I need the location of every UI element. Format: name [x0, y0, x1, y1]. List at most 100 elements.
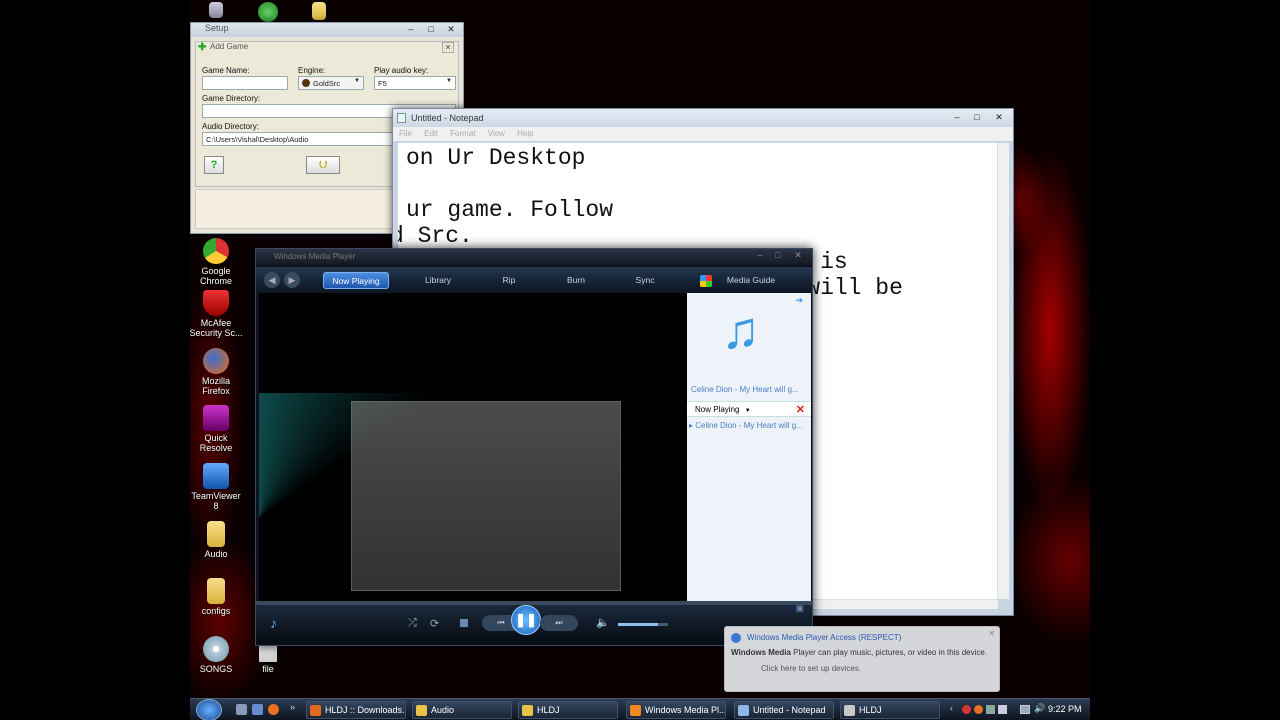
help-icon: ?: [210, 159, 218, 171]
mirrored-window-image: [351, 401, 621, 591]
menu-format[interactable]: Format: [450, 129, 475, 138]
volume-slider[interactable]: [618, 623, 668, 626]
play-key-select[interactable]: F5 ▼: [374, 76, 456, 90]
desktop-icon-firefox[interactable]: Mozilla Firefox: [190, 348, 244, 396]
video-visualization: [259, 293, 687, 601]
desktop-icon-label: Quick Resolve: [199, 433, 233, 453]
tray-device-icon[interactable]: [986, 705, 995, 714]
tab-media-guide[interactable]: Media Guide: [716, 272, 786, 289]
maximize-button[interactable]: □: [969, 112, 985, 123]
desktop-icon-quick-resolve[interactable]: Quick Resolve: [190, 405, 244, 453]
notepad-menubar: File Edit Format View Help: [393, 127, 1013, 141]
text-line: on Ur Desktop: [406, 145, 586, 171]
switch-to-compact-button[interactable]: ▣: [795, 603, 804, 614]
wmp-nav-bar: ◀ ▶ Now Playing Library Rip Burn Sync Me…: [256, 267, 812, 293]
help-button[interactable]: ?: [204, 156, 224, 174]
menu-help[interactable]: Help: [517, 129, 533, 138]
desktop-icon-label: TeamViewer 8: [191, 491, 241, 511]
quicklaunch-switch-windows-icon[interactable]: [252, 704, 263, 715]
taskbar-item-hldj-app[interactable]: HLDJ: [840, 701, 940, 719]
dropdown-label: Now Playing: [695, 405, 740, 414]
mcafee-shield-icon: [203, 290, 229, 316]
tab-sync[interactable]: Sync: [628, 272, 662, 289]
minimize-button[interactable]: –: [752, 250, 768, 261]
window-title: Setup: [205, 23, 229, 33]
wmp-titlebar[interactable]: Windows Media Player – □ ✕: [256, 249, 812, 265]
tray-security-icon[interactable]: [962, 705, 971, 714]
setup-titlebar[interactable]: Setup – □ ✕: [191, 23, 463, 37]
vertical-scrollbar[interactable]: [997, 143, 1009, 599]
quicklaunch-firefox-icon[interactable]: [268, 704, 279, 715]
close-button[interactable]: ✕: [790, 250, 806, 261]
confirm-button[interactable]: ⮋: [306, 156, 340, 174]
maximize-button[interactable]: □: [770, 250, 786, 261]
engine-select[interactable]: GoldSrc ▼: [298, 76, 364, 90]
playlist-item[interactable]: ▸ Celine Dion - My Heart will g...: [689, 421, 803, 430]
maximize-button[interactable]: □: [423, 24, 439, 35]
taskbar-item-notepad[interactable]: Untitled - Notepad: [734, 701, 834, 719]
taskbar-item-hldj-downloads[interactable]: HLDJ :: Downloads...: [306, 701, 406, 719]
notepad-icon: [397, 113, 406, 123]
notification-balloon[interactable]: ✕ Windows Media Player Access (RESPECT) …: [724, 626, 1000, 692]
taskbar-item-audio[interactable]: Audio: [412, 701, 512, 719]
menu-edit[interactable]: Edit: [424, 129, 438, 138]
stop-button[interactable]: [460, 619, 468, 627]
desktop-icon-songs[interactable]: SONGS: [190, 636, 244, 674]
notification-link[interactable]: Click here to set up devices.: [731, 664, 993, 673]
taskbar-item-label: Audio: [431, 705, 455, 715]
tray-expand-icon[interactable]: ‹: [950, 703, 953, 713]
taskbar-item-media-player[interactable]: Windows Media Pl...: [626, 701, 726, 719]
back-button[interactable]: ◀: [264, 272, 280, 288]
panel-title: Add Game: [210, 42, 249, 51]
desktop-icon-chrome[interactable]: Google Chrome: [190, 238, 244, 286]
windows-logo-icon: [700, 275, 712, 287]
minimize-button[interactable]: –: [403, 24, 419, 35]
network-icon[interactable]: [1020, 705, 1030, 714]
repeat-button[interactable]: ⟳: [430, 617, 439, 630]
play-pause-button[interactable]: ❚❚: [511, 605, 541, 635]
recycle-bin-icon[interactable]: [190, 2, 244, 20]
tray-firefox-icon[interactable]: [974, 705, 983, 714]
tab-burn[interactable]: Burn: [558, 272, 594, 289]
forward-button[interactable]: ▶: [284, 272, 300, 288]
taskbar-item-hldj[interactable]: HLDJ: [518, 701, 618, 719]
minimize-button[interactable]: –: [949, 112, 965, 123]
volume-icon[interactable]: 🔊: [1034, 703, 1045, 714]
desktop-icon-label: McAfee Security Sc...: [190, 318, 243, 338]
program-icon[interactable]: [240, 2, 296, 24]
folder-icon: [416, 705, 427, 716]
shuffle-button[interactable]: ⤮: [408, 617, 417, 630]
mute-button[interactable]: 🔈: [596, 616, 610, 629]
game-name-input[interactable]: [202, 76, 288, 90]
folder-icon[interactable]: [291, 2, 347, 22]
chevron-down-icon: ▼: [744, 408, 751, 414]
desktop-icon-audio[interactable]: Audio: [190, 521, 244, 559]
desktop-icon-label: configs: [201, 606, 231, 616]
next-button[interactable]: ⏭: [540, 615, 578, 631]
start-button[interactable]: [196, 699, 222, 720]
quicklaunch-more-icon[interactable]: »: [290, 702, 295, 712]
tab-rip[interactable]: Rip: [494, 272, 524, 289]
menu-file[interactable]: File: [399, 129, 412, 138]
notepad-titlebar[interactable]: Untitled - Notepad – □ ✕: [393, 109, 1013, 127]
tab-library[interactable]: Library: [416, 272, 460, 289]
folder-icon: [207, 521, 225, 547]
menu-view[interactable]: View: [488, 129, 505, 138]
text-line: ur game. Follow: [406, 197, 614, 223]
desktop-icon-mcafee[interactable]: McAfee Security Sc...: [190, 290, 244, 338]
clock[interactable]: 9:22 PM: [1048, 704, 1082, 714]
seek-bar[interactable]: [256, 601, 812, 605]
desktop-icon-configs[interactable]: configs: [190, 578, 244, 616]
tray-app-icon[interactable]: [998, 705, 1007, 714]
pane-arrow-icon[interactable]: ➔: [795, 295, 803, 306]
audio-dir-label: Audio Directory:: [202, 122, 259, 131]
now-playing-dropdown[interactable]: Now Playing ▼ ✕: [687, 401, 811, 417]
clear-list-icon[interactable]: ✕: [796, 403, 805, 416]
close-button[interactable]: ✕: [443, 24, 459, 35]
tab-now-playing[interactable]: Now Playing: [323, 272, 389, 289]
desktop-icon-teamviewer[interactable]: TeamViewer 8: [190, 463, 244, 511]
close-panel-button[interactable]: ✕: [442, 42, 454, 53]
close-button[interactable]: ✕: [991, 112, 1007, 123]
down-arrow-icon: ⮋: [318, 159, 328, 171]
quicklaunch-show-desktop-icon[interactable]: [236, 704, 247, 715]
